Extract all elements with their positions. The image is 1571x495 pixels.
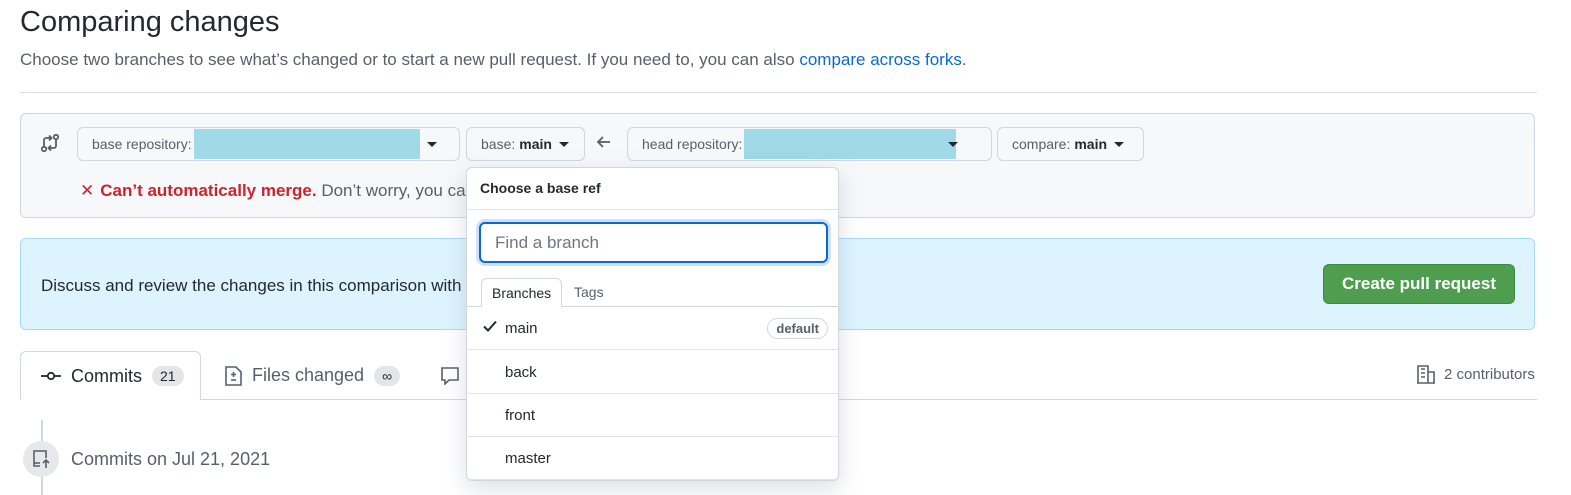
files-changed-counter: ∞: [374, 365, 401, 386]
contributors-text: 2 contributors: [1444, 365, 1535, 383]
merge-status-detail: Don’t worry, you ca: [321, 181, 466, 200]
commits-counter: 21: [152, 366, 184, 386]
head-repository-select[interactable]: head repository:: [627, 127, 992, 161]
head-repository-label: head repository:: [642, 136, 743, 152]
default-badge: default: [767, 317, 828, 339]
branch-item-main[interactable]: main default: [467, 307, 838, 350]
chevron-down-icon: [948, 141, 959, 147]
header-divider: [20, 92, 1537, 93]
subtitle-end: .: [961, 50, 967, 69]
tab-commits[interactable]: Commits 21: [20, 351, 201, 400]
tab-branches[interactable]: Branches: [481, 278, 563, 307]
tab-files-changed[interactable]: Files changed ∞: [224, 351, 401, 400]
tab-commits-label: Commits: [71, 365, 142, 386]
comment-icon: [440, 366, 460, 385]
compare-branch-value: main: [1074, 136, 1108, 152]
base-branch-value: main: [519, 136, 552, 152]
compare-branch-select[interactable]: compare: main: [997, 127, 1144, 161]
chevron-down-icon: [1114, 141, 1125, 147]
timeline-badge: [23, 441, 59, 477]
branch-name: main: [505, 319, 538, 337]
base-repository-value: [193, 129, 420, 159]
git-commit-icon: [41, 369, 61, 383]
compare-across-forks-link[interactable]: compare across forks: [799, 50, 962, 69]
base-ref-dropdown: Choose a base ref Branches Tags main def…: [466, 167, 839, 481]
repo-push-icon: [31, 449, 51, 469]
check-icon: [483, 319, 497, 337]
tab-files-changed-label: Files changed: [252, 365, 365, 385]
page-title: Comparing changes: [20, 6, 280, 38]
merge-status: ✕ Can’t automatically merge. Don’t worry,…: [80, 181, 466, 201]
x-icon: ✕: [80, 181, 95, 200]
commits-date-heading: Commits on Jul 21, 2021: [71, 449, 271, 469]
chevron-down-icon: [558, 141, 569, 147]
chevron-down-icon: [426, 141, 437, 147]
branch-item-front[interactable]: front: [467, 394, 838, 437]
base-repository-label: base repository:: [92, 136, 192, 152]
page-subtitle: Choose two branches to see what’s change…: [20, 50, 967, 70]
branch-name: back: [505, 363, 537, 381]
create-pull-request-button[interactable]: Create pull request: [1323, 264, 1515, 304]
git-compare-icon: [40, 133, 60, 153]
base-branch-label: base:: [481, 136, 516, 152]
arrow-left-icon: [596, 134, 612, 155]
dropdown-tabs: Branches Tags: [467, 278, 838, 307]
dropdown-title: Choose a base ref: [467, 168, 838, 210]
head-repository-value: [744, 129, 957, 159]
discuss-text: Discuss and review the changes in this c…: [41, 276, 462, 295]
branch-item-back[interactable]: back: [467, 351, 838, 394]
branch-item-master[interactable]: master: [467, 437, 838, 480]
base-branch-select[interactable]: base: main: [466, 127, 585, 161]
branch-name: master: [505, 449, 551, 467]
subtitle-text: Choose two branches to see what’s change…: [20, 50, 800, 69]
base-repository-select[interactable]: base repository:: [77, 127, 460, 161]
tab-tags[interactable]: Tags: [564, 278, 614, 306]
merge-status-title: Can’t automatically merge.: [100, 181, 317, 200]
organization-icon: [1416, 364, 1436, 384]
branch-search-input[interactable]: [479, 222, 828, 263]
branch-name: front: [505, 406, 536, 424]
contributors-link[interactable]: 2 contributors: [1416, 364, 1535, 384]
compare-branch-label: compare:: [1012, 136, 1071, 152]
file-diff-icon: [224, 365, 242, 386]
